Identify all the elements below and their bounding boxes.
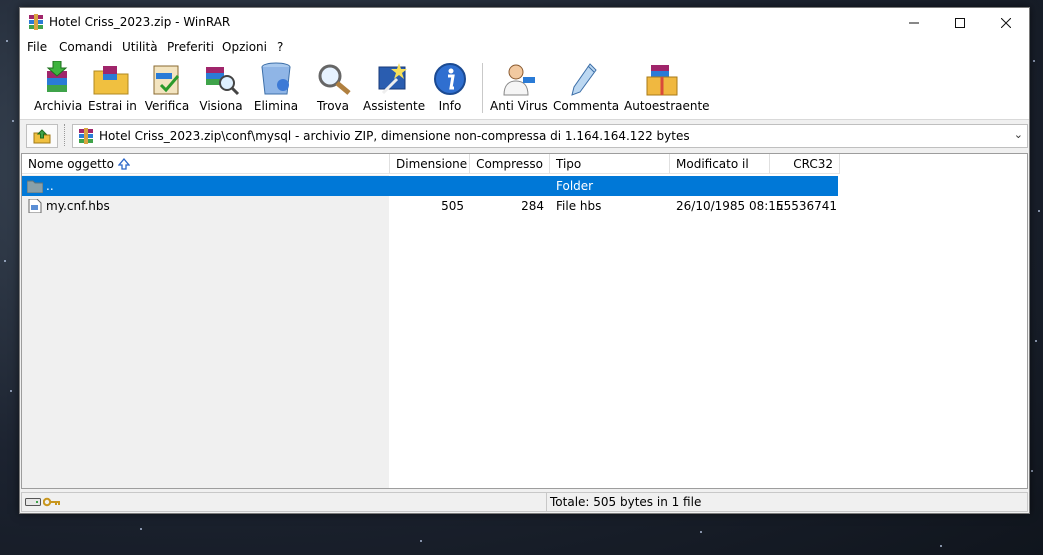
menu-file[interactable]: File [27,40,47,54]
column-header-type[interactable]: Tipo [550,154,670,174]
verifica-button[interactable]: Verifica [144,61,190,117]
winrar-window: Hotel Criss_2023.zip - WinRAR File Coman… [19,7,1030,514]
sfx-box-icon [646,65,678,96]
column-header-size[interactable]: Dimensione [390,154,470,174]
minimize-button[interactable] [891,8,937,37]
wizard-icon [378,63,407,95]
maximize-icon [955,17,965,28]
title-bar[interactable]: Hotel Criss_2023.zip - WinRAR [20,8,1029,37]
toolbar: Archivia Estrai in Verifica Visiona Elim… [20,57,1029,120]
zip-archive-icon [79,128,93,144]
window-title: Hotel Criss_2023.zip - WinRAR [49,15,231,29]
column-header-packed[interactable]: Compresso [470,154,550,174]
visiona-button[interactable]: Visiona [198,61,244,117]
pen-icon [571,63,597,96]
status-bar: Totale: 505 bytes in 1 file [20,489,1029,513]
key-icon[interactable] [43,496,61,508]
address-field[interactable]: Hotel Criss_2023.zip\conf\mysql - archiv… [72,124,1028,148]
trash-bin-icon [261,62,291,95]
column-header-modified[interactable]: Modificato il [670,154,770,174]
list-item-parent-folder[interactable]: .. Folder [22,176,838,196]
maximize-button[interactable] [937,8,983,37]
menu-utilita[interactable]: Utilità [122,40,158,54]
info-icon [434,63,466,95]
elimina-button[interactable]: Elimina [252,61,300,117]
autoestraente-button[interactable]: Autoestraente [624,61,710,117]
status-right-pane: Totale: 505 bytes in 1 file [546,492,1028,512]
name-column-background [22,175,389,488]
drive-icon[interactable] [25,496,41,508]
column-header-name[interactable]: Nome oggetto [22,154,390,174]
close-button[interactable] [983,8,1029,37]
close-icon [1001,17,1011,28]
commenta-button[interactable]: Commenta [553,61,619,117]
info-button[interactable]: Info [427,61,473,117]
assistente-button[interactable]: Assistente [363,61,425,117]
minimize-icon [909,22,919,23]
menu-preferiti[interactable]: Preferiti [167,40,214,54]
menu-bar: File Comandi Utilità Preferiti Opzioni ? [20,37,1029,57]
find-magnifier-icon [318,64,351,95]
anti-virus-button[interactable]: Anti Virus [490,61,548,117]
address-bar: Hotel Criss_2023.zip\conf\mysql - archiv… [20,120,1029,150]
sort-ascending-icon [118,158,130,170]
file-list[interactable]: Nome oggetto Dimensione Compresso Tipo M… [21,153,1028,489]
archive-books-icon [46,61,68,92]
list-item-file[interactable]: my.cnf.hbs 505 284 File hbs 26/10/1985 0… [22,196,838,216]
status-left-pane [21,492,547,512]
up-folder-button[interactable] [26,124,58,148]
estrai-in-button[interactable]: Estrai in [88,61,137,117]
up-folder-icon [33,129,51,144]
menu-comandi[interactable]: Comandi [59,40,112,54]
column-header-crc[interactable]: CRC32 [770,154,840,174]
menu-opzioni[interactable]: Opzioni [222,40,267,54]
extract-folder-icon [93,66,129,95]
status-total: Totale: 505 bytes in 1 file [550,495,702,509]
chevron-down-icon[interactable]: ⌄ [1014,128,1023,141]
winrar-app-icon [29,14,43,30]
test-clipboard-icon [153,65,180,95]
menu-help[interactable]: ? [277,40,283,54]
trova-button[interactable]: Trova [310,61,356,117]
archivia-button[interactable]: Archivia [34,61,82,117]
address-path: Hotel Criss_2023.zip\conf\mysql - archiv… [99,129,690,143]
doctor-icon [503,64,535,96]
view-magnifier-icon [206,67,240,96]
list-header: Nome oggetto Dimensione Compresso Tipo M… [22,154,1027,175]
address-separator [64,124,68,146]
toolbar-separator [482,63,483,113]
